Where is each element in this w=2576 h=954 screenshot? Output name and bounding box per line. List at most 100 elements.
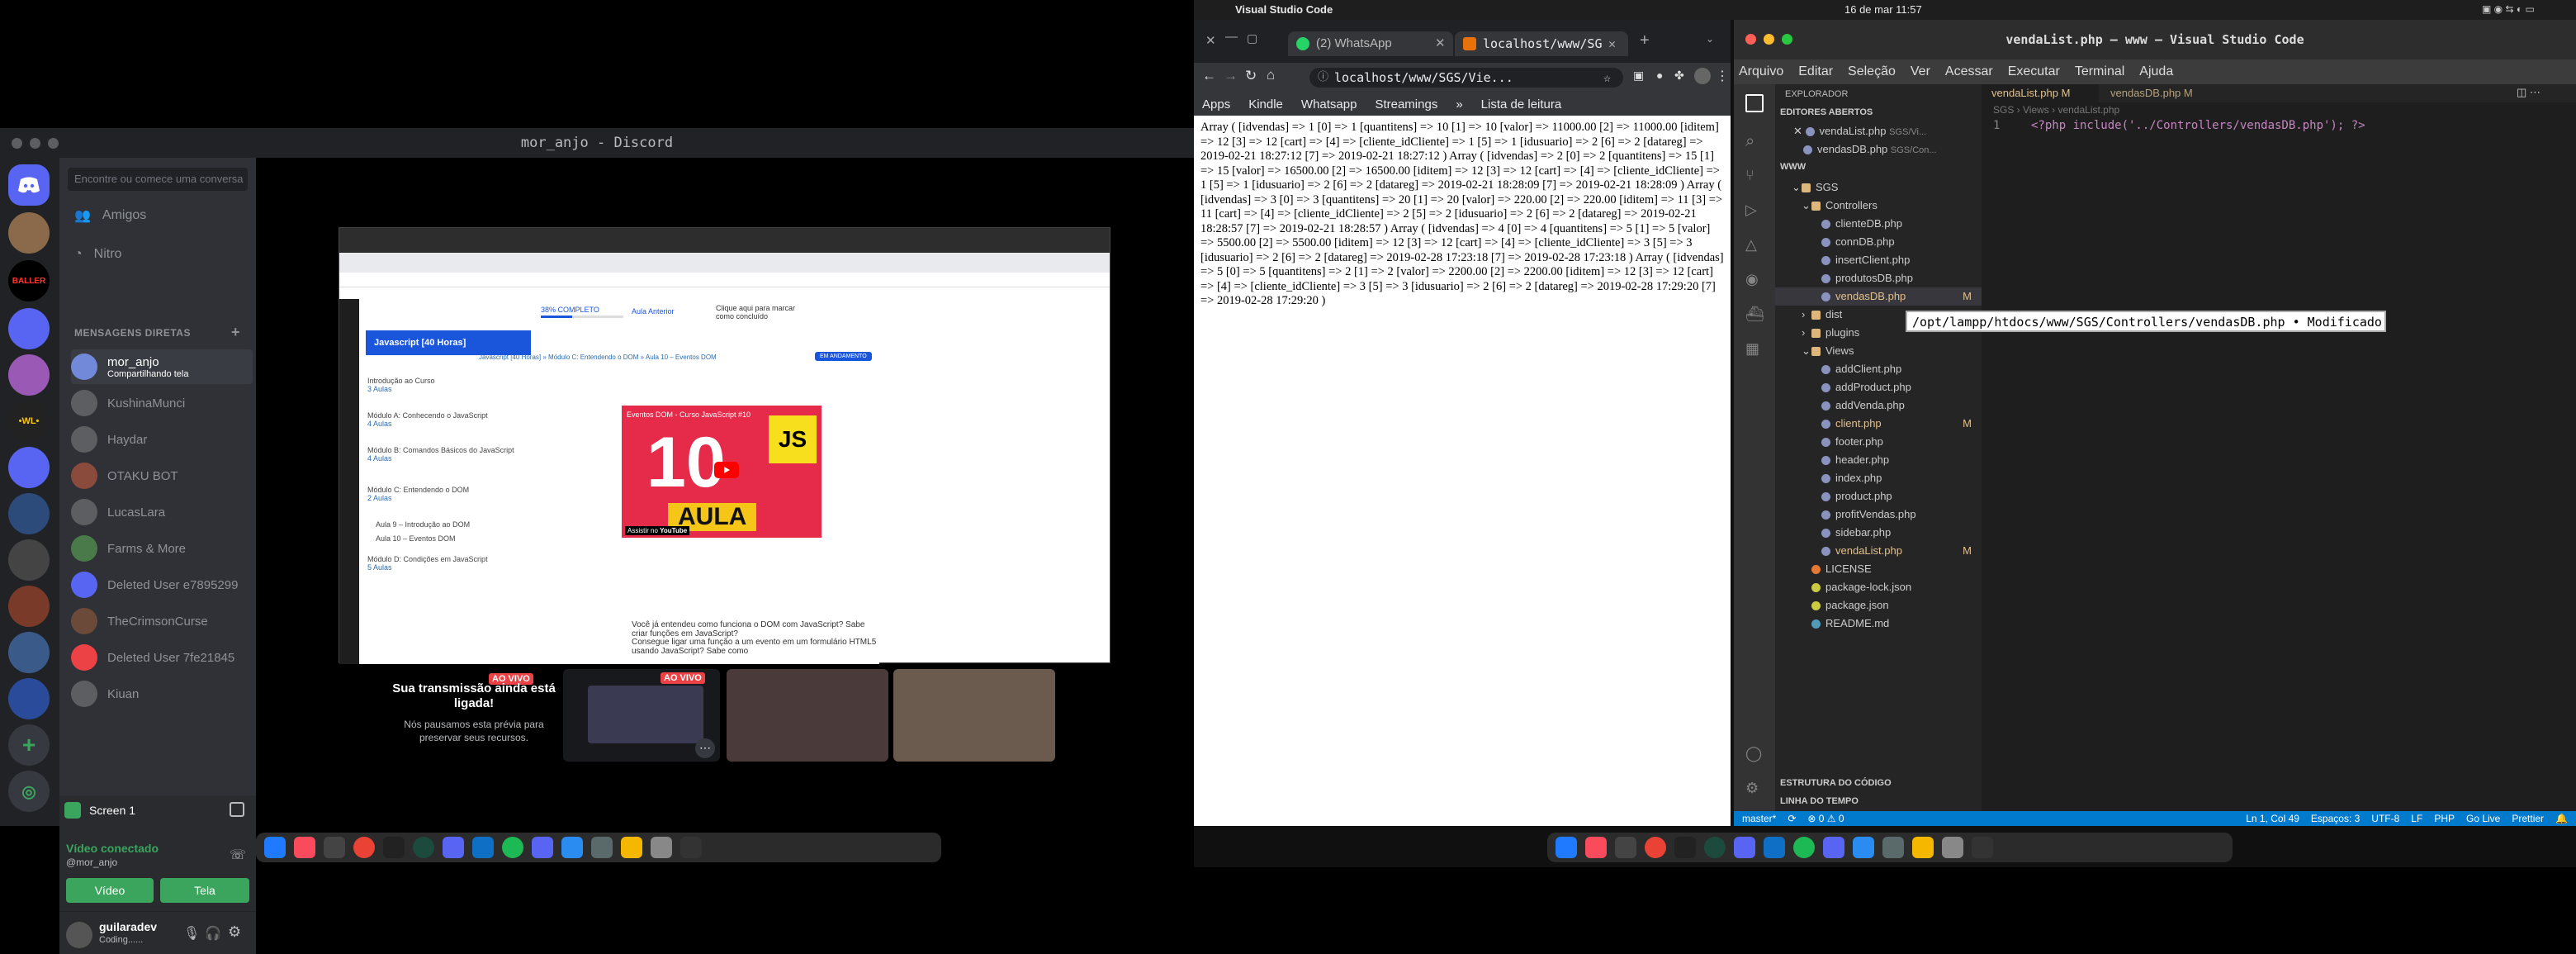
course-module-item[interactable]: Aula 9 – Introdução ao DOM <box>376 520 470 529</box>
indentation[interactable]: Espaços: 3 <box>2311 813 2360 824</box>
tree-item[interactable]: addVenda.php <box>1775 396 1982 415</box>
dm-item[interactable]: Deleted User e7895299 <box>71 567 253 602</box>
course-module-item[interactable]: Módulo B: Comandos Básicos do JavaScript… <box>367 446 514 463</box>
menu-item[interactable]: Acessar <box>1945 64 1993 79</box>
launchpad-icon[interactable] <box>680 837 702 858</box>
server-icon[interactable] <box>8 586 50 627</box>
mark-done-link[interactable]: Clique aqui para marcar como concluído <box>716 304 815 320</box>
prev-lesson-link[interactable]: Aula Anterior <box>632 307 675 316</box>
bookmark-kindle[interactable]: Kindle <box>1248 97 1283 112</box>
tree-item[interactable]: README.md <box>1775 615 1982 633</box>
dm-item[interactable]: Farms & More <box>71 531 253 566</box>
disconnect-icon[interactable]: ☏ <box>230 847 246 863</box>
go-live-button[interactable]: Go Live <box>2466 813 2500 824</box>
notion-icon[interactable] <box>621 837 642 858</box>
nav-nitro[interactable]: ◔ Nitro <box>74 247 121 262</box>
watch-on-youtube[interactable]: Assistir no YouTube <box>625 526 690 535</box>
menu-item[interactable]: Executar <box>2008 64 2060 79</box>
puzzle-icon[interactable]: ✤ <box>1674 69 1684 83</box>
dm-item[interactable]: TheCrimsonCurse <box>71 604 253 638</box>
menubar-datetime[interactable]: 16 de mar 11:57 <box>1844 3 1922 16</box>
tree-item[interactable]: sidebar.php <box>1775 524 1982 542</box>
search-input[interactable]: Encontre ou comece uma conversa <box>68 168 248 191</box>
vscode-icon[interactable] <box>472 837 494 858</box>
dm-item[interactable]: LucasLara <box>71 495 253 529</box>
stream-thumbnail[interactable]: AO VIVO ⋯ <box>563 669 720 762</box>
close-dot-icon[interactable] <box>1745 34 1756 45</box>
play-icon[interactable] <box>714 462 739 478</box>
dm-item[interactable]: Haydar <box>71 422 253 457</box>
extension-icon[interactable]: ● <box>1656 69 1663 82</box>
tree-item[interactable]: connDB.php <box>1775 233 1982 251</box>
tree-item[interactable]: ⌄ Controllers <box>1775 197 1982 215</box>
tree-item[interactable]: vendaList.php M <box>1775 542 1982 560</box>
tree-item[interactable]: clienteDB.php <box>1775 215 1982 233</box>
vscode-icon[interactable] <box>1764 837 1785 858</box>
menu-item[interactable]: Arquivo <box>1739 64 1783 79</box>
trash-icon[interactable] <box>651 837 672 858</box>
timeline-header[interactable]: LINHA DO TEMPO <box>1780 796 1859 806</box>
discord-home-icon[interactable] <box>8 164 50 206</box>
discord-icon[interactable] <box>532 837 553 858</box>
close-stream-icon[interactable] <box>230 802 244 817</box>
server-icon[interactable] <box>8 354 50 396</box>
gear-icon[interactable]: ⚙ <box>1745 780 1759 797</box>
notion-icon[interactable] <box>1912 837 1934 858</box>
language-mode[interactable]: PHP <box>2434 813 2455 824</box>
bookmark-apps[interactable]: Apps <box>1202 97 1230 112</box>
server-icon[interactable] <box>8 539 50 581</box>
home-icon[interactable]: ⌂ <box>1267 67 1275 83</box>
tab-search-icon[interactable]: ⌄ <box>1706 33 1714 45</box>
tree-item[interactable]: insertClient.php <box>1775 251 1982 269</box>
eol[interactable]: LF <box>2411 813 2422 824</box>
minimize-dot-icon[interactable] <box>1764 34 1774 45</box>
remote-icon[interactable]: ◉ <box>1745 271 1759 288</box>
tab-close-icon[interactable]: ✕ <box>1435 31 1446 56</box>
dm-item[interactable]: Kiuan <box>71 676 253 711</box>
app-icon[interactable] <box>1882 837 1904 858</box>
app-icon[interactable] <box>561 837 583 858</box>
new-tab-icon[interactable]: + <box>1640 31 1650 50</box>
editor-tab-active[interactable]: vendaList.php M <box>1982 84 2099 102</box>
git-branch[interactable]: master* <box>1742 813 1776 824</box>
bookmark-star-icon[interactable]: ☆ <box>1603 68 1611 88</box>
maximize-dot-icon[interactable] <box>1782 34 1792 45</box>
active-app[interactable]: Visual Studio Code <box>1235 3 1333 16</box>
menu-item[interactable]: Editar <box>1798 64 1833 79</box>
video-thumbnail[interactable] <box>727 669 888 762</box>
problems[interactable]: ⊗ 0 ⚠ 0 <box>1807 813 1844 824</box>
explorer-icon[interactable] <box>1745 94 1764 112</box>
avatar[interactable] <box>66 922 92 948</box>
tree-item[interactable]: footer.php <box>1775 433 1982 451</box>
profile-avatar[interactable] <box>1694 68 1711 84</box>
course-module-item[interactable]: Módulo A: Conhecendo o JavaScript 4 Aulas <box>367 411 488 428</box>
extension-icon[interactable]: ▣ <box>1633 69 1644 83</box>
dm-item[interactable]: KushinaMunci <box>71 386 253 420</box>
code-line[interactable]: <?php include('../Controllers/vendasDB.p… <box>2031 119 2365 132</box>
explore-servers-icon[interactable]: ◎ <box>8 771 50 812</box>
spotify-icon[interactable] <box>502 837 523 858</box>
tree-item[interactable]: addProduct.php <box>1775 378 1982 396</box>
encoding[interactable]: UTF-8 <box>2371 813 2399 824</box>
editor-breadcrumb[interactable]: SGS › Views › vendaList.php <box>1993 104 2119 116</box>
dm-item[interactable]: Deleted User 7fe21845 <box>71 640 253 675</box>
launchpad-icon[interactable] <box>1972 837 1993 858</box>
course-module-item[interactable]: Introdução ao Curso 3 Aulas <box>367 377 435 393</box>
more-options-icon[interactable]: ⋯ <box>695 738 715 758</box>
music-icon[interactable] <box>294 837 315 858</box>
tab-whatsapp[interactable]: (2) WhatsApp ✕ <box>1288 31 1453 56</box>
server-baller-icon[interactable]: BALLER <box>8 260 50 301</box>
youtube-embed[interactable]: Eventos DOM - Curso JavaScript #10 10 JS… <box>622 406 822 538</box>
bookmark-whatsapp[interactable]: Whatsapp <box>1301 97 1357 112</box>
maximize-dot-icon[interactable] <box>48 138 59 149</box>
trash-icon[interactable] <box>1942 837 1963 858</box>
editor-tab[interactable]: vendasDB.php M <box>2100 84 2218 102</box>
account-icon[interactable]: ◯ <box>1745 745 1762 762</box>
url-bar[interactable]: ⓘ localhost/www/SGS/Vie... ☆ <box>1309 68 1623 88</box>
open-editors-header[interactable]: EDITORES ABERTOS <box>1780 107 1873 117</box>
close-dot-icon[interactable] <box>12 138 22 149</box>
add-dm-icon[interactable]: + <box>231 324 240 341</box>
app-icon[interactable] <box>1853 837 1874 858</box>
menu-item[interactable]: Seleção <box>1848 64 1896 79</box>
dm-item[interactable]: OTAKU BOT <box>71 458 253 493</box>
